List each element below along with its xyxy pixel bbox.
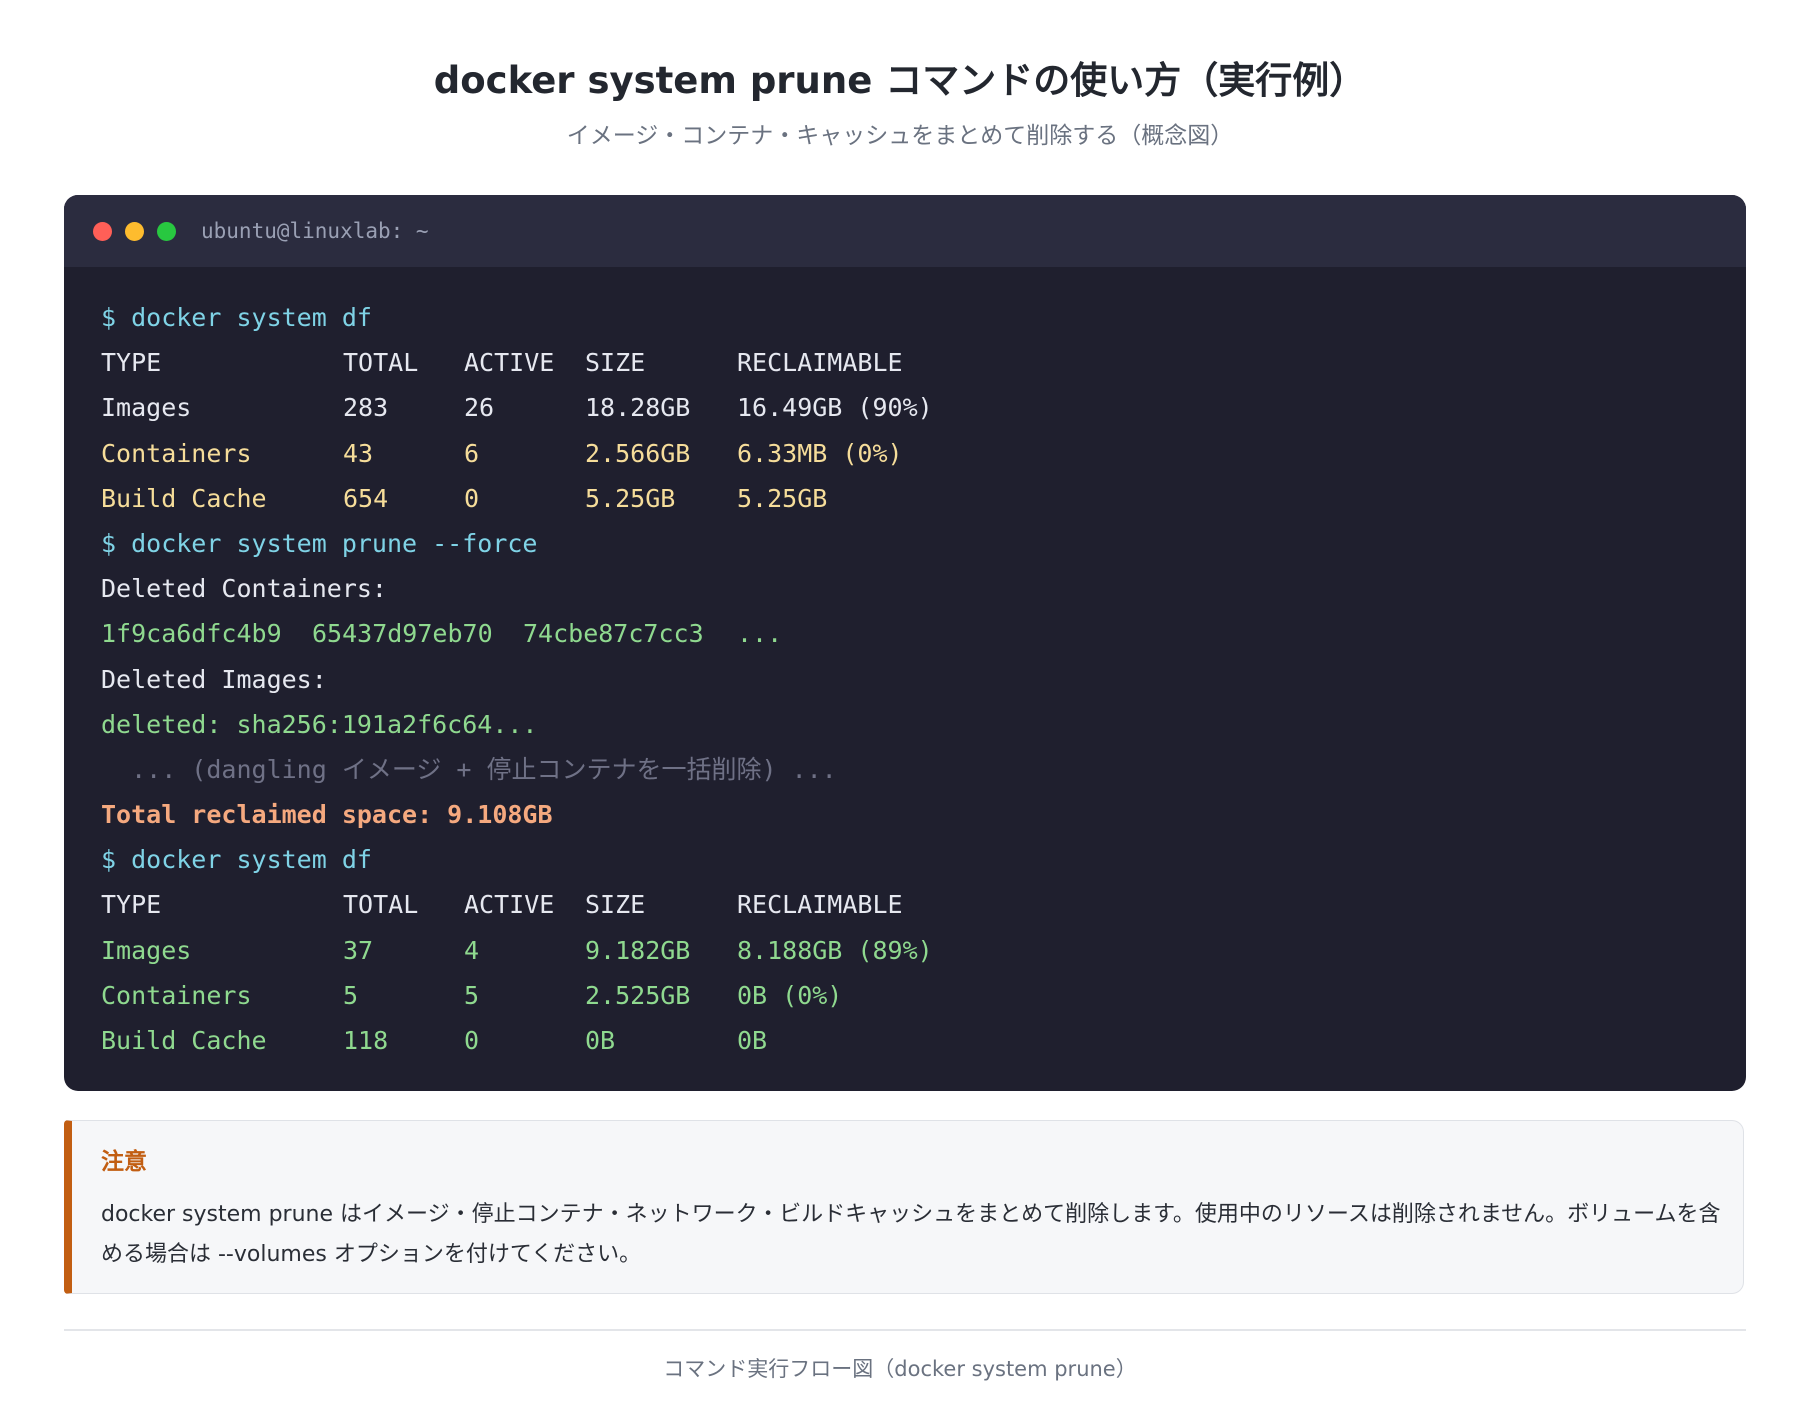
df-cell: 8.188GB (89%) bbox=[737, 935, 933, 965]
df-cell: 283 bbox=[343, 393, 389, 423]
container-id-ellipsis: ... bbox=[737, 619, 783, 649]
df-header-cell: RECLAIMABLE bbox=[737, 890, 903, 920]
df-cell: 0B bbox=[737, 1026, 768, 1055]
terminal-window[interactable]: ubuntu@linuxlab: ~ $ docker system df TY… bbox=[64, 195, 1746, 1091]
df-cell: 18.28GB bbox=[585, 393, 691, 423]
df-row: Build Cache 654 0 5.25GB 5.25GB bbox=[101, 476, 837, 521]
df-cell: Containers bbox=[101, 980, 252, 1010]
df-cell: 26 bbox=[464, 393, 495, 423]
df-header-cell: TOTAL bbox=[343, 890, 419, 920]
container-id: 1f9ca6dfc4b9 bbox=[101, 619, 282, 649]
df-cell: 6 bbox=[464, 438, 480, 468]
page-subtitle: イメージ・コンテナ・キャッシュをまとめて削除する（概念図） bbox=[566, 123, 1234, 149]
df-cell: 118 bbox=[343, 1026, 389, 1055]
df-header-cell: TYPE bbox=[101, 890, 162, 920]
df-header-row: TYPE TOTAL ACTIVE SIZE RECLAIMABLE bbox=[101, 340, 903, 385]
warning-note: 注意 docker system prune はイメージ・停止コンテナ・ネットワ… bbox=[64, 1120, 1744, 1294]
deleted-container-ids: 1f9ca6dfc4b9 65437d97eb70 74cbe87c7cc3 .… bbox=[101, 611, 837, 656]
page-title: docker system prune コマンドの使い方（実行例） bbox=[433, 59, 1367, 102]
df-header-cell: SIZE bbox=[585, 890, 646, 920]
df-cell: 43 bbox=[343, 438, 374, 468]
df-cell: 6.33MB (0%) bbox=[737, 438, 903, 468]
deleted-containers-label: Deleted Containers: bbox=[101, 574, 387, 604]
df-cell: 5.25GB bbox=[585, 483, 676, 513]
deleted-images-label: Deleted Images: bbox=[101, 664, 327, 694]
df-cell: 2.525GB bbox=[585, 980, 691, 1010]
df-cell: 4 bbox=[464, 935, 480, 965]
df-cell: 16.49GB (90%) bbox=[737, 393, 933, 423]
df-cell: 5.25GB bbox=[737, 483, 828, 513]
command-line: $ docker system df bbox=[101, 845, 372, 875]
df-row: Build Cache 118 0 0B 0B bbox=[101, 1018, 837, 1063]
df-cell: 5 bbox=[343, 980, 359, 1010]
df-cell: 0B (0%) bbox=[737, 980, 843, 1010]
terminal-output[interactable]: $ docker system df TYPE TOTAL ACTIVE SIZ… bbox=[101, 295, 933, 1063]
df-header-cell: TYPE bbox=[101, 348, 162, 378]
deleted-image-line: deleted: sha256:191a2f6c64... bbox=[101, 709, 538, 739]
ellipsis-note: ... (dangling イメージ + 停止コンテナを一括削除) ... bbox=[101, 754, 837, 784]
divider bbox=[64, 1329, 1746, 1331]
close-window-dot-icon[interactable] bbox=[93, 222, 112, 241]
df-row: Images 37 4 9.182GB 8.188GB (89%) bbox=[101, 928, 933, 973]
df-row: Containers 43 6 2.566GB 6.33MB (0%) bbox=[101, 431, 903, 476]
command-line: $ docker system df bbox=[101, 303, 372, 332]
command-line: $ docker system prune --force bbox=[101, 528, 538, 558]
note-title: 注意 bbox=[101, 1149, 147, 1175]
df-header-cell: ACTIVE bbox=[464, 890, 555, 920]
df-header-cell: SIZE bbox=[585, 348, 646, 378]
terminal-titlebar: ubuntu@linuxlab: ~ bbox=[64, 195, 1746, 267]
figure-caption: コマンド実行フロー図（docker system prune） bbox=[663, 1357, 1137, 1381]
df-cell: Build Cache bbox=[101, 1026, 267, 1055]
df-header-cell: ACTIVE bbox=[464, 348, 555, 378]
df-row: Containers 5 5 2.525GB 0B (0%) bbox=[101, 973, 842, 1018]
df-header-row: TYPE TOTAL ACTIVE SIZE RECLAIMABLE bbox=[101, 882, 903, 927]
df-header-cell: RECLAIMABLE bbox=[737, 348, 903, 378]
df-cell: Containers bbox=[101, 438, 252, 468]
df-cell: 2.566GB bbox=[585, 438, 691, 468]
container-id: 74cbe87c7cc3 bbox=[523, 619, 704, 649]
df-cell: 0 bbox=[464, 483, 480, 513]
df-cell: Images bbox=[101, 935, 192, 965]
container-id: 65437d97eb70 bbox=[312, 619, 493, 649]
maximize-window-dot-icon[interactable] bbox=[157, 222, 176, 241]
df-row: Images 283 26 18.28GB 16.49GB (90%) bbox=[101, 385, 933, 430]
df-cell: 5 bbox=[464, 980, 480, 1010]
terminal-title: ubuntu@linuxlab: ~ bbox=[201, 219, 429, 243]
df-cell: 0 bbox=[464, 1026, 480, 1055]
total-reclaimed: Total reclaimed space: 9.108GB bbox=[101, 800, 553, 830]
df-cell: Images bbox=[101, 393, 192, 423]
note-text: docker system prune はイメージ・停止コンテナ・ネットワーク・… bbox=[101, 1202, 1721, 1267]
df-cell: 654 bbox=[343, 483, 389, 513]
df-cell: 37 bbox=[343, 935, 374, 965]
df-cell: 9.182GB bbox=[585, 935, 691, 965]
df-cell: Build Cache bbox=[101, 483, 267, 513]
df-cell: 0B bbox=[585, 1026, 616, 1055]
df-header-cell: TOTAL bbox=[343, 348, 419, 378]
minimize-window-dot-icon[interactable] bbox=[125, 222, 144, 241]
